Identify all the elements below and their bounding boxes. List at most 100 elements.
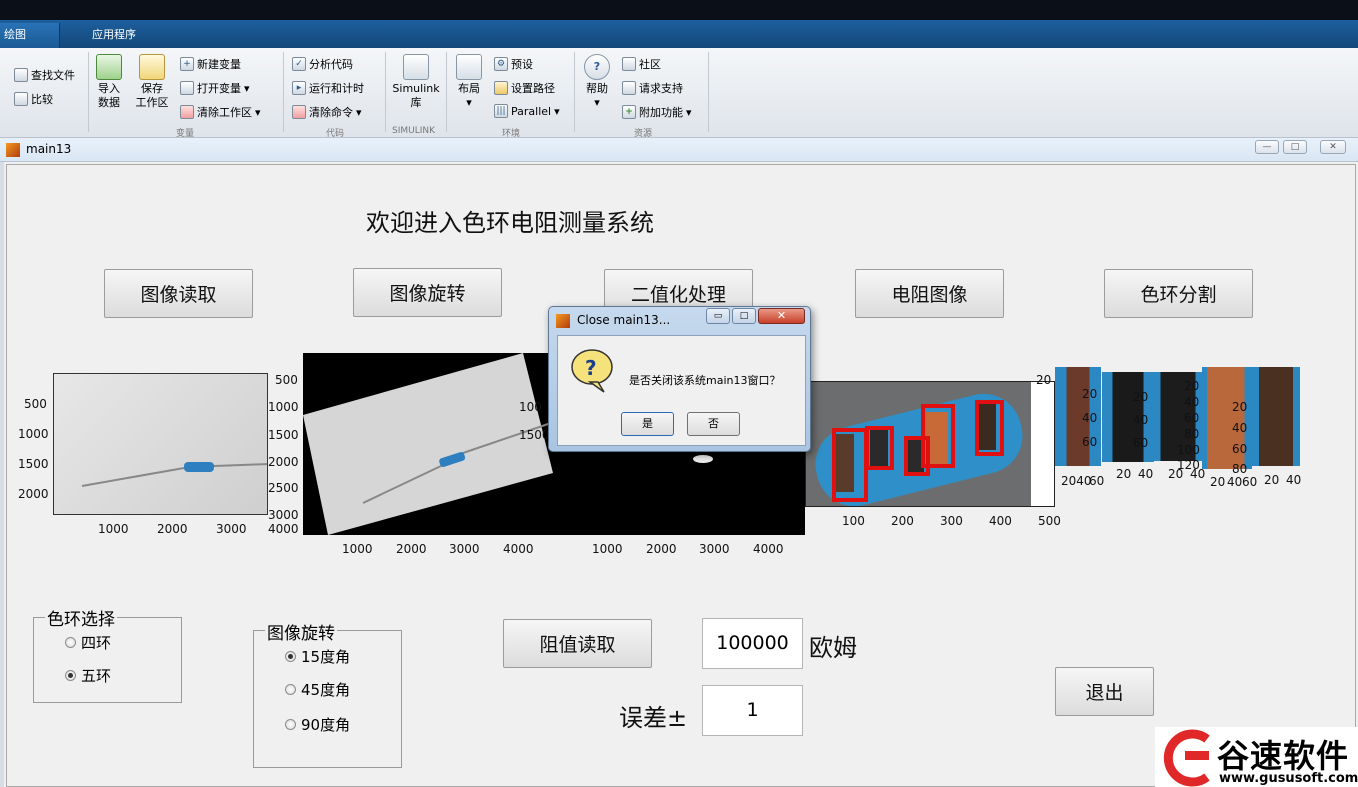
axis-tick: 2000 <box>18 487 49 501</box>
new-variable-button[interactable]: + 新建变量 <box>180 56 241 72</box>
axis-tick: 40 <box>1286 473 1302 487</box>
layout-button[interactable]: 布局 ▾ <box>454 54 484 110</box>
close-button[interactable]: ✕ <box>1320 140 1346 154</box>
new-variable-icon: + <box>180 57 194 71</box>
import-data-button[interactable]: 导入 数据 <box>94 54 124 110</box>
tolerance-value-field[interactable]: 1 <box>702 685 803 736</box>
save-workspace-button[interactable]: 保存 工作区 <box>134 54 170 110</box>
clear-commands-button[interactable]: 清除命令 ▾ <box>292 104 362 120</box>
addons-button[interactable]: + 附加功能 ▾ <box>622 104 692 120</box>
community-icon <box>622 57 636 71</box>
toolstrip-ribbon: 查找文件 比较 导入 数据 保存 工作区 + 新建变量 打开变量 ▾ 清除工作区 ▾ … <box>0 48 1358 139</box>
parallel-button[interactable]: ||| Parallel ▾ <box>494 104 560 118</box>
tolerance-label: 误差± <box>619 704 688 732</box>
simulink-icon <box>403 54 429 80</box>
axis-tick: 60 <box>1232 442 1248 456</box>
axis-tick: 2000 <box>396 542 427 556</box>
plus-icon: + <box>622 105 636 119</box>
help-button[interactable]: ? 帮助 ▾ <box>582 54 612 110</box>
axis-tick: 4000 <box>753 542 784 556</box>
axis-tick: 60 <box>1184 411 1200 425</box>
dialog-message: 是否关闭该系统main13窗口？ <box>629 374 781 387</box>
axis-tick: 40 <box>1082 411 1098 425</box>
open-variable-icon <box>180 81 194 95</box>
preferences-button[interactable]: ⚙ 预设 <box>494 56 533 72</box>
request-support-button[interactable]: 请求支持 <box>622 80 683 96</box>
axis-tick: 2000 <box>157 522 188 536</box>
dialog-maximize-button[interactable]: □ <box>732 308 756 324</box>
watermark: 谷速软件 www.gususoft.com <box>1155 727 1358 787</box>
title-bar <box>0 0 1358 20</box>
set-path-button[interactable]: 设置路径 <box>494 80 555 96</box>
axis-tick: 400 <box>989 514 1012 528</box>
radio-circle <box>65 637 76 648</box>
axis-tick: 500 <box>24 397 47 411</box>
axis-tick: 40 <box>1227 475 1243 489</box>
axis-tick: 20 <box>1184 379 1200 393</box>
dialog-close-button[interactable]: ✕ <box>758 308 805 324</box>
open-variable-button[interactable]: 打开变量 ▾ <box>180 80 250 96</box>
axis-tick: 200 <box>891 514 914 528</box>
yes-button[interactable]: 是 <box>621 412 674 436</box>
dropdown-arrow-icon: ▾ <box>554 104 560 118</box>
radio-circle <box>285 684 296 695</box>
radio-45-degrees[interactable]: 45度角 <box>285 679 350 700</box>
dialog-minimize-button[interactable]: ▭ <box>706 308 730 324</box>
axis-tick: 2000 <box>268 455 299 469</box>
maximize-button[interactable]: □ <box>1283 140 1307 154</box>
axis-tick: 20 <box>1232 400 1248 414</box>
resistor-crop <box>806 382 1031 506</box>
axis-tick: 4000 <box>503 542 534 556</box>
compare-button[interactable]: 比较 <box>14 91 53 107</box>
save-icon <box>139 54 165 80</box>
folder-search-icon <box>14 68 28 82</box>
resistance-value-field[interactable]: 100000 <box>702 618 803 669</box>
radio-circle-selected <box>65 670 76 681</box>
read-image-button[interactable]: 图像读取 <box>104 269 253 318</box>
axis-tick: 40 <box>1133 413 1149 427</box>
dropdown-arrow-icon: ▾ <box>594 96 600 109</box>
read-value-button[interactable]: 阻值读取 <box>503 619 652 668</box>
dropdown-arrow-icon: ▾ <box>244 81 250 95</box>
find-files-button[interactable]: 查找文件 <box>14 67 75 83</box>
exit-button[interactable]: 退出 <box>1055 667 1154 716</box>
radio-circle-selected <box>285 651 296 662</box>
axis-tick: 1000 <box>98 522 129 536</box>
support-icon <box>622 81 636 95</box>
radio-15-degrees[interactable]: 15度角 <box>285 646 350 667</box>
svg-text:?: ? <box>585 356 597 380</box>
axis-tick: 1500 <box>519 428 550 442</box>
analyze-code-button[interactable]: ✓ 分析代码 <box>292 56 353 72</box>
community-button[interactable]: 社区 <box>622 56 661 72</box>
axis-tick: 100 <box>519 400 542 414</box>
radio-four-band[interactable]: 四环 <box>65 632 111 653</box>
figure-title-bar: main13 — □ ✕ <box>0 138 1358 162</box>
axis-tick: 20 <box>1036 373 1052 387</box>
minimize-button[interactable]: — <box>1255 140 1279 154</box>
radio-five-band[interactable]: 五环 <box>65 665 111 686</box>
no-button[interactable]: 否 <box>687 412 740 436</box>
axis-tick: 60 <box>1242 475 1258 489</box>
gususoft-logo-icon <box>1163 729 1210 787</box>
axis-tick: 40 <box>1190 467 1206 481</box>
radio-90-degrees[interactable]: 90度角 <box>285 714 350 735</box>
rotate-image-button[interactable]: 图像旋转 <box>353 268 502 317</box>
axis-tick: 1000 <box>342 542 373 556</box>
axis-tick: 2040 <box>1061 474 1092 488</box>
simulink-library-button[interactable]: Simulink 库 <box>390 54 442 110</box>
axis-tick: 2000 <box>646 542 677 556</box>
run-and-time-button[interactable]: ▸ 运行和计时 <box>292 80 364 96</box>
tab-plots[interactable]: 绘图 <box>0 23 60 48</box>
axis-tick: 20 <box>1116 467 1132 481</box>
axis-tick: 3000 <box>268 508 299 522</box>
resistor-image-button[interactable]: 电阻图像 <box>855 269 1004 318</box>
band-segment-button[interactable]: 色环分割 <box>1104 269 1253 318</box>
layout-icon <box>456 54 482 80</box>
axis-tick: 100 <box>1177 443 1200 457</box>
axis-tick: 1500 <box>18 457 49 471</box>
clear-workspace-button[interactable]: 清除工作区 ▾ <box>180 104 261 120</box>
watermark-url: www.gususoft.com <box>1219 771 1358 786</box>
tab-apps[interactable]: 应用程序 <box>88 23 158 48</box>
dropdown-arrow-icon: ▾ <box>255 105 261 119</box>
matlab-icon <box>556 314 570 328</box>
